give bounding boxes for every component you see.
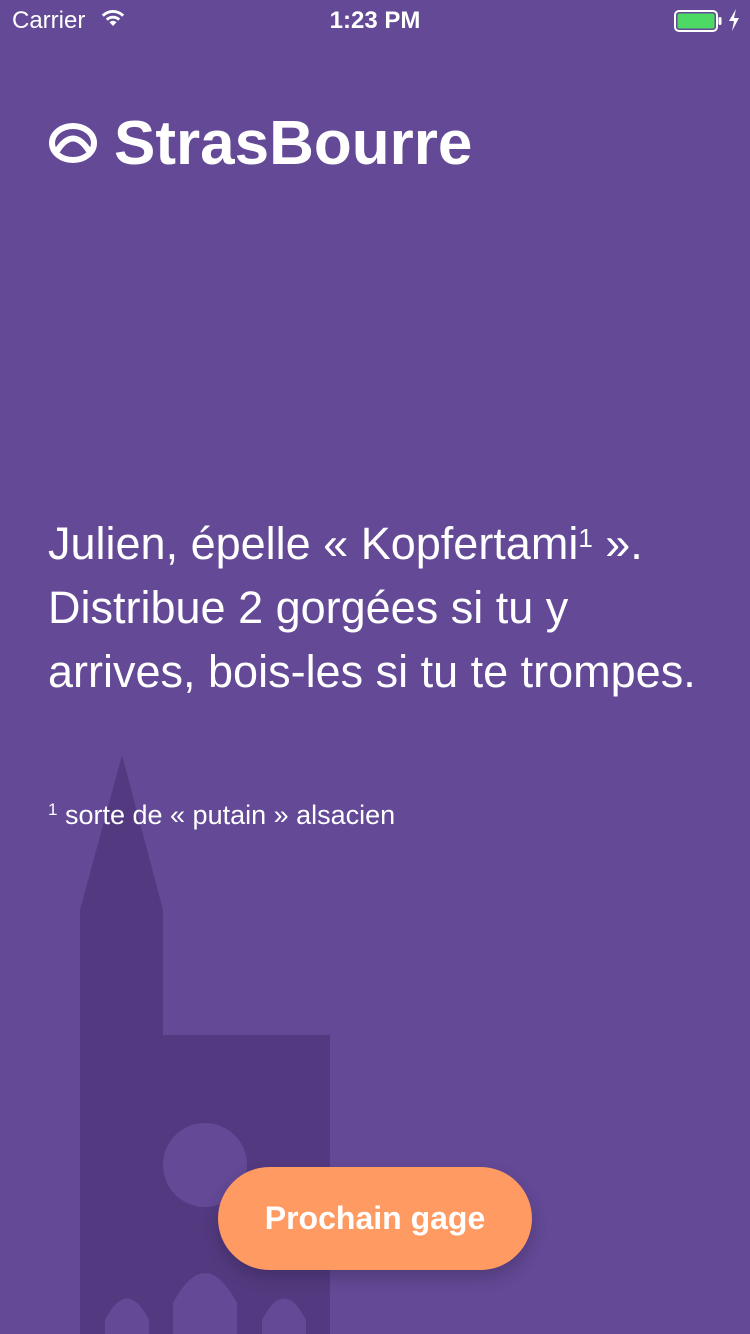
battery-icon — [674, 10, 722, 32]
status-bar: Carrier 1:23 PM — [0, 0, 750, 40]
footnote-reference: 1 — [578, 523, 593, 553]
dare-text: Julien, épelle « Kopfertami1 ». Distribu… — [48, 512, 708, 704]
charging-bolt-icon — [729, 9, 739, 31]
dare-text-start: Julien, épelle « Kopfertami — [48, 518, 579, 569]
app-header: StrasBourre — [48, 108, 472, 178]
pretzel-icon — [49, 123, 97, 163]
footnote-marker: 1 — [48, 800, 58, 819]
footnote: 1 sorte de « putain » alsacien — [48, 800, 708, 831]
footnote-text: sorte de « putain » alsacien — [57, 800, 396, 830]
app-title: StrasBourre — [114, 108, 473, 178]
status-time: 1:23 PM — [329, 7, 421, 34]
next-dare-button[interactable]: Prochain gage — [218, 1167, 532, 1270]
